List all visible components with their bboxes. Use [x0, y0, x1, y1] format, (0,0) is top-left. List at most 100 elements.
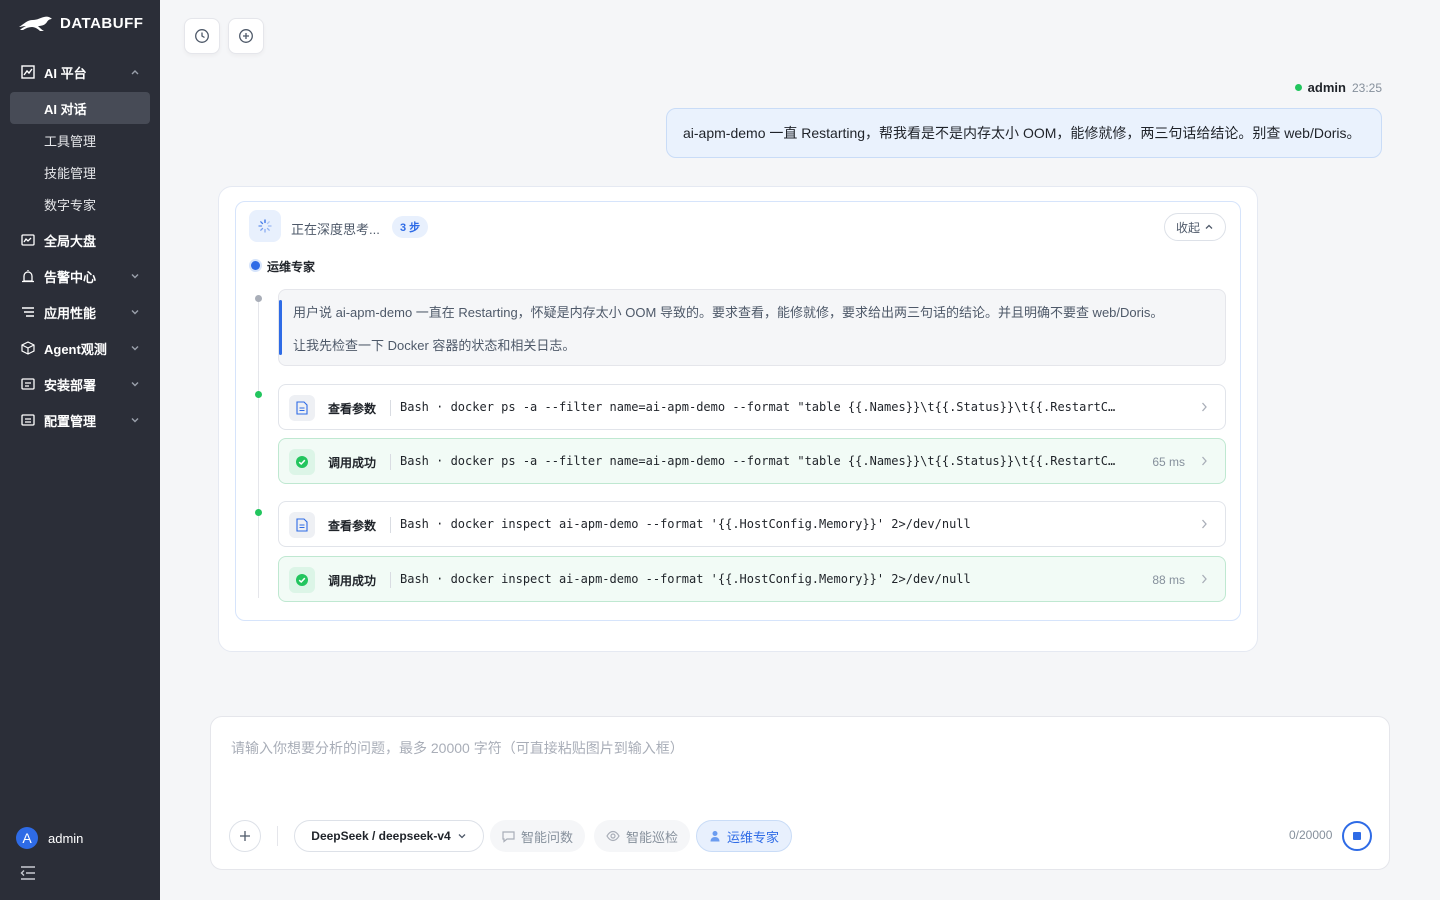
chevron-up-icon	[131, 70, 139, 75]
nav-label: 告警中心	[44, 269, 97, 285]
agent-name: 运维专家	[267, 260, 316, 274]
mode-label: 智能巡检	[626, 829, 679, 845]
agent-status-dot	[251, 261, 260, 270]
model-name: DeepSeek / deepseek-v4	[311, 829, 451, 843]
sub-item-label: 工具管理	[44, 133, 97, 149]
nav-label: 全局大盘	[44, 233, 97, 249]
sidebar-item-tool-mgmt[interactable]: 工具管理	[10, 124, 150, 156]
nav-install-deploy[interactable]: 安装部署	[0, 368, 160, 400]
nav-label: AI 平台	[44, 65, 87, 81]
chevron-down-icon	[131, 310, 139, 315]
plus-icon	[240, 831, 250, 841]
chevron-down-icon	[131, 274, 139, 279]
divider	[390, 454, 391, 470]
tool-call-command: Bash · docker ps -a --filter name=ai-apm…	[400, 454, 1122, 468]
tool-call-row[interactable]: 查看参数 Bash · docker inspect ai-apm-demo -…	[278, 501, 1226, 547]
brand-name: DATABUFF	[60, 14, 144, 32]
timeline-line	[258, 298, 259, 598]
model-selector[interactable]: DeepSeek / deepseek-v4	[294, 820, 484, 852]
nav-global-dashboard[interactable]: 全局大盘	[0, 224, 160, 256]
nav-agent-observe[interactable]: Agent观测	[0, 332, 160, 364]
message-meta: admin 23:25	[1294, 80, 1382, 95]
sidebar: DATABUFF AI 平台 AI 对话 工具管理 技能管理 数字专家 全局大盘…	[0, 0, 160, 900]
timeline-dot	[255, 391, 262, 398]
sub-item-label: AI 对话	[44, 101, 87, 117]
divider	[277, 826, 278, 846]
cube-icon	[20, 340, 36, 356]
person-icon	[710, 831, 720, 842]
mode-smart-inspect[interactable]: 智能巡检	[594, 820, 691, 852]
thinking-title: 正在深度思考...	[291, 222, 380, 237]
chat-input-placeholder[interactable]: 请输入你想要分析的问题，最多 20000 字符（可直接粘贴图片到输入框）	[231, 738, 684, 758]
reasoning-text: 用户说 ai-apm-demo 一直在 Restarting，怀疑是内存太小 O…	[293, 305, 1164, 320]
chevron-right-icon	[1202, 519, 1207, 529]
mode-ops-expert[interactable]: 运维专家	[696, 820, 793, 852]
tool-call-label: 调用成功	[328, 456, 377, 470]
reasoning-block	[278, 289, 1226, 366]
list-icon	[20, 304, 36, 320]
tool-call-row[interactable]: 调用成功 Bash · docker inspect ai-apm-demo -…	[278, 556, 1226, 602]
tool-call-row[interactable]: 查看参数 Bash · docker ps -a --filter name=a…	[278, 384, 1226, 430]
attach-button[interactable]	[229, 820, 261, 852]
divider	[390, 572, 391, 588]
stop-icon	[1353, 832, 1361, 840]
ai-chart-icon	[20, 64, 36, 80]
chevron-up-icon	[1205, 224, 1213, 229]
user-message-bubble: ai-apm-demo 一直 Restarting，帮我看是不是内存太小 OOM…	[666, 108, 1382, 158]
nav-alarm-center[interactable]: 告警中心	[0, 260, 160, 292]
menu-fold-icon	[20, 866, 35, 880]
document-icon	[289, 512, 315, 538]
chevron-right-icon	[1202, 574, 1207, 584]
sidebar-item-ai-chat[interactable]: AI 对话	[10, 92, 150, 124]
stop-generation-button[interactable]	[1342, 821, 1372, 851]
tool-call-duration: 88 ms	[1152, 573, 1185, 587]
tool-call-label: 调用成功	[328, 574, 377, 588]
user-profile[interactable]: A admin	[16, 827, 83, 849]
user-name: admin	[48, 830, 84, 846]
tool-call-label: 查看参数	[328, 519, 377, 533]
install-icon	[20, 376, 36, 392]
brand-logo[interactable]: DATABUFF	[18, 14, 143, 32]
sidebar-item-skill-mgmt[interactable]: 技能管理	[10, 156, 150, 188]
tool-call-command: Bash · docker inspect ai-apm-demo --form…	[400, 517, 971, 531]
chevron-down-icon	[131, 382, 139, 387]
alarm-icon	[20, 268, 36, 284]
collapse-button[interactable]: 收起	[1164, 213, 1226, 241]
sidebar-collapse-button[interactable]	[20, 866, 36, 883]
eye-icon	[606, 830, 620, 842]
nav-app-performance[interactable]: 应用性能	[0, 296, 160, 328]
sub-item-label: 技能管理	[44, 165, 97, 181]
new-chat-button[interactable]	[228, 18, 264, 54]
thinking-spinner-icon	[249, 210, 281, 242]
tool-call-label: 查看参数	[328, 402, 377, 416]
message-author: admin	[1307, 80, 1346, 95]
history-button[interactable]	[184, 18, 220, 54]
nav-label: 应用性能	[44, 305, 97, 321]
config-icon	[20, 412, 36, 428]
tool-call-duration: 65 ms	[1152, 455, 1185, 469]
divider	[390, 400, 391, 416]
chevron-down-icon	[458, 834, 466, 839]
sub-item-label: 数字专家	[44, 197, 97, 213]
tool-call-row[interactable]: 调用成功 Bash · docker ps -a --filter name=a…	[278, 438, 1226, 484]
timeline-dot	[255, 295, 262, 302]
document-icon	[289, 395, 315, 421]
chat-data-icon	[502, 830, 515, 843]
nav-label: 配置管理	[44, 413, 97, 429]
history-icon	[195, 29, 209, 43]
panther-logo-icon	[19, 16, 52, 31]
sidebar-item-digital-expert[interactable]: 数字专家	[10, 188, 150, 220]
tool-call-command: Bash · docker inspect ai-apm-demo --form…	[400, 572, 971, 586]
user-message-text: ai-apm-demo 一直 Restarting，帮我看是不是内存太小 OOM…	[683, 125, 1361, 141]
online-status-dot	[1294, 84, 1302, 91]
nav-label: 安装部署	[44, 377, 97, 393]
chevron-right-icon	[1202, 402, 1207, 412]
nav-ai-platform[interactable]: AI 平台	[0, 56, 160, 88]
nav-label: Agent观测	[44, 341, 107, 357]
mode-label: 智能问数	[521, 829, 574, 845]
avatar: A	[16, 827, 38, 849]
reasoning-accent-bar	[279, 300, 282, 355]
nav-config-mgmt[interactable]: 配置管理	[0, 404, 160, 436]
check-circle-icon	[289, 567, 315, 593]
mode-smart-query[interactable]: 智能问数	[490, 820, 586, 852]
